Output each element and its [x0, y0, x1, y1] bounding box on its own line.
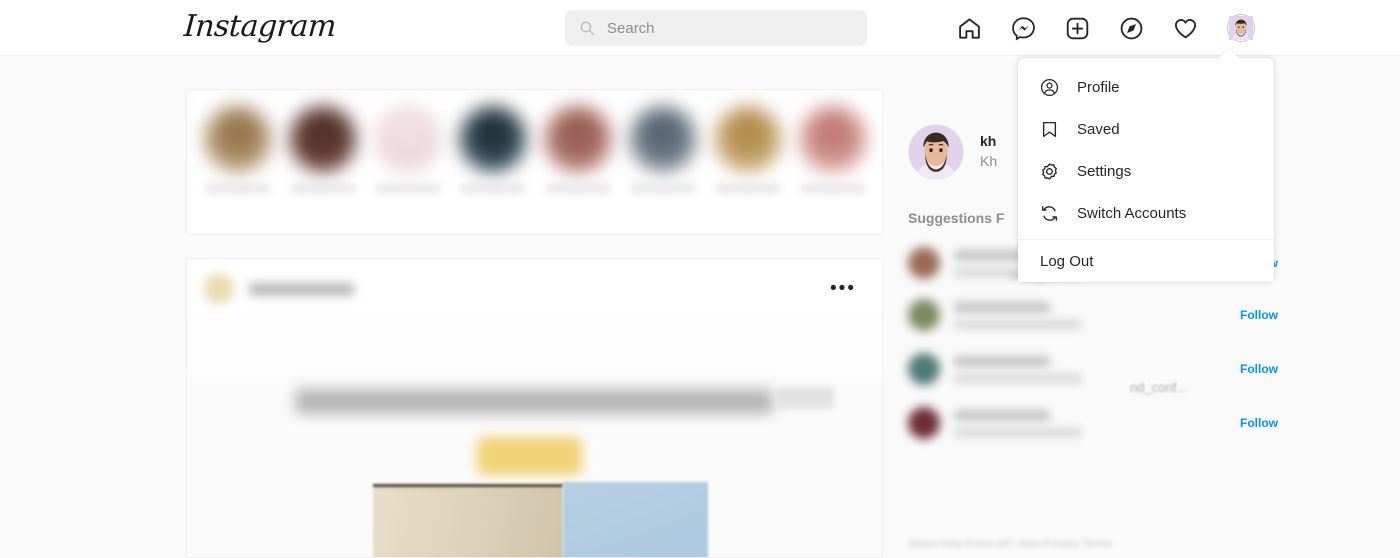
follow-button[interactable]: Follow — [1230, 416, 1278, 430]
post-header: ••• — [187, 259, 882, 319]
story-avatar — [800, 106, 866, 172]
suggestion-avatar[interactable] — [908, 407, 940, 439]
story-item[interactable] — [630, 106, 696, 194]
avatar[interactable] — [1227, 14, 1255, 42]
story-username — [290, 183, 356, 194]
avatar-image — [1229, 16, 1253, 40]
search-icon — [579, 20, 595, 36]
search-input[interactable]: Search — [565, 10, 867, 46]
story-username — [800, 183, 866, 194]
story-username — [630, 183, 696, 194]
suggestion-avatar[interactable] — [908, 299, 940, 331]
menu-item-saved[interactable]: Saved — [1018, 108, 1274, 150]
story-avatar — [205, 106, 271, 172]
current-user-username[interactable]: kh — [980, 132, 997, 151]
menu-item-settings-label: Settings — [1077, 162, 1132, 180]
story-item[interactable] — [290, 106, 356, 194]
instagram-logo[interactable]: Instagram — [183, 9, 337, 44]
suggestion-subtitle — [954, 319, 1082, 329]
story-item[interactable] — [715, 106, 781, 194]
post-image-watermark — [778, 387, 834, 409]
messenger-icon[interactable] — [1011, 16, 1036, 41]
suggestion-avatar[interactable] — [908, 247, 940, 279]
suggestion-username[interactable] — [954, 355, 1050, 367]
search-placeholder: Search — [607, 19, 655, 37]
profile-circle-icon — [1040, 78, 1059, 97]
account-dropdown-menu: Profile Saved Settings Switch Accounts L… — [1018, 58, 1274, 282]
new-post-icon[interactable] — [1065, 16, 1090, 41]
story-item[interactable] — [800, 106, 866, 194]
menu-item-profile-label: Profile — [1077, 78, 1120, 96]
story-item[interactable] — [375, 106, 441, 194]
top-navigation-bar: Instagram Search — [0, 0, 1400, 56]
current-user-fullname: Kh — [980, 153, 998, 169]
story-avatar — [545, 106, 611, 172]
suggestion-info — [954, 409, 1230, 437]
nav-icon-group — [957, 0, 1255, 56]
suggestion-subtitle — [954, 373, 1082, 383]
activity-heart-icon[interactable] — [1173, 16, 1198, 41]
menu-item-settings[interactable]: Settings — [1018, 150, 1274, 192]
suggestion-ghost-text-2: nd_conf... — [1130, 380, 1188, 395]
post-author-avatar[interactable] — [203, 273, 235, 305]
follow-button[interactable]: Follow — [1230, 362, 1278, 376]
story-username — [545, 183, 611, 194]
home-icon[interactable] — [957, 16, 982, 41]
story-username — [205, 183, 271, 194]
menu-item-log-out-label: Log Out — [1040, 252, 1094, 270]
current-user-avatar[interactable] — [908, 124, 964, 180]
feed-post: ••• — [186, 258, 883, 558]
post-more-options-button[interactable]: ••• — [830, 279, 856, 298]
story-item[interactable] — [460, 106, 526, 194]
current-user-text: kh Kh — [980, 132, 997, 172]
suggestion-row: Follow — [908, 396, 1278, 450]
suggestion-row: Follow — [908, 288, 1278, 342]
story-avatar — [290, 106, 356, 172]
menu-item-profile[interactable]: Profile — [1018, 66, 1274, 108]
suggestion-username[interactable] — [954, 301, 1050, 313]
menu-item-switch-accounts-label: Switch Accounts — [1077, 204, 1187, 222]
bookmark-icon — [1040, 120, 1059, 139]
story-avatar — [630, 106, 696, 172]
switch-accounts-icon — [1040, 204, 1059, 223]
suggestion-subtitle — [954, 427, 1082, 437]
post-image[interactable] — [187, 319, 882, 557]
story-avatar — [715, 106, 781, 172]
story-item[interactable] — [545, 106, 611, 194]
story-avatar — [460, 106, 526, 172]
menu-item-log-out[interactable]: Log Out — [1018, 240, 1274, 282]
post-image-wall — [563, 482, 708, 557]
menu-item-saved-label: Saved — [1077, 120, 1120, 138]
post-author-username[interactable] — [249, 282, 354, 296]
gear-icon — [1040, 162, 1059, 181]
suggestion-info — [954, 355, 1230, 383]
story-username — [715, 183, 781, 194]
suggestion-info — [954, 301, 1230, 329]
follow-button[interactable]: Follow — [1230, 308, 1278, 322]
suggestion-avatar[interactable] — [908, 353, 940, 385]
footer-links[interactable]: About Help Press API Jobs Privacy Terms — [908, 538, 1112, 550]
post-image-overlay-text — [295, 389, 773, 414]
story-username — [375, 183, 441, 194]
post-image-door — [373, 484, 563, 557]
story-avatar — [375, 106, 441, 172]
explore-icon[interactable] — [1119, 16, 1144, 41]
post-image-highlight — [477, 437, 582, 475]
menu-item-switch-accounts[interactable]: Switch Accounts — [1018, 192, 1274, 234]
stories-track — [187, 90, 882, 194]
suggestion-row: Follow — [908, 342, 1278, 396]
stories-tray[interactable] — [186, 89, 883, 235]
story-username — [460, 183, 526, 194]
suggestion-username[interactable] — [954, 409, 1050, 421]
story-item[interactable] — [205, 106, 271, 194]
